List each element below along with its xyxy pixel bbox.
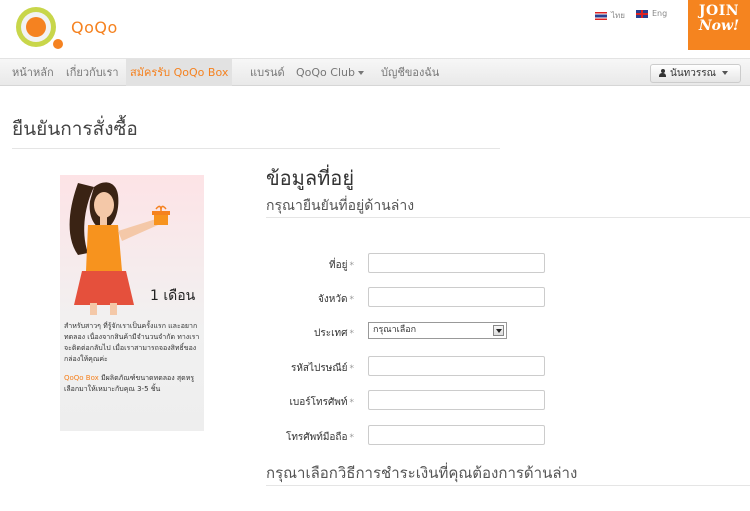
required-mark: * (349, 295, 355, 305)
mobile-input[interactable] (368, 425, 545, 445)
province-label-text: จังหวัด (318, 294, 348, 305)
chevron-down-icon (721, 71, 728, 75)
payment-heading: กรุณาเลือกวิธีการชำระเงินที่คุณต้องการด้… (266, 464, 578, 482)
required-mark: * (349, 433, 355, 443)
promo-month-label: 1 เดือน (150, 288, 196, 304)
divider (12, 148, 500, 149)
province-input[interactable] (368, 287, 545, 307)
page-title: ยืนยันการสั่งซื้อ (12, 118, 138, 140)
address-label-text: ที่อยู่ (329, 260, 348, 271)
join-label: JOIN (698, 3, 740, 19)
promo-card: 1 เดือน สำหรับสาวๆ ที่รู้จักเราเป็นครั้ง… (60, 175, 204, 431)
thai-flag-icon (595, 11, 607, 20)
required-mark: * (349, 398, 355, 408)
phone-field-label: เบอร์โทรศัพท์ * (254, 395, 354, 410)
site-header: QoQo ไทย Eng JOIN Now! (0, 0, 750, 58)
brand-name[interactable]: QoQo (71, 18, 118, 37)
now-label: Now! (698, 18, 740, 34)
promo-brand-word: QoQo Box (64, 374, 99, 382)
mobile-label-text: โทรศัพท์มือถือ (285, 432, 348, 443)
address-heading: ข้อมูลที่อยู่ (266, 166, 355, 190)
required-mark: * (349, 329, 355, 339)
required-mark: * (349, 261, 355, 271)
user-menu-button[interactable]: นันทวรรณ (650, 64, 741, 83)
lang-english-label: Eng (652, 9, 668, 18)
country-label-text: ประเทศ (314, 328, 348, 339)
address-subheading: กรุณายืนยันที่อยู่ด้านล่าง (266, 198, 415, 214)
dropdown-arrow-icon (493, 325, 504, 336)
uk-flag-icon (636, 9, 648, 18)
phone-input[interactable] (368, 390, 545, 410)
promo-description: สำหรับสาวๆ ที่รู้จักเราเป็นครั้งแรก และอ… (64, 322, 200, 363)
nav-item-about[interactable]: เกี่ยวกับเรา (62, 59, 123, 86)
user-name: นันทวรรณ (670, 68, 716, 79)
country-select-value: กรุณาเลือก (373, 325, 417, 335)
promo-details: QoQo Box มีผลิตภัณฑ์ขนาดทดลอง สุดหรูเลือ… (60, 373, 204, 395)
nav-item-subscribe[interactable]: สมัครรับ QoQo Box (126, 59, 233, 86)
divider (266, 217, 750, 218)
postcode-label-text: รหัสไปรษณีย์ (290, 363, 348, 374)
required-mark: * (349, 364, 355, 374)
address-input[interactable] (368, 253, 545, 273)
province-field-label: จังหวัด * (254, 292, 354, 307)
divider (266, 485, 750, 486)
join-now-badge[interactable]: JOIN Now! (688, 0, 750, 50)
country-select[interactable]: กรุณาเลือก (368, 322, 507, 339)
main-nav: หน้าหลัก เกี่ยวกับเรา สมัครรับ QoQo Box … (0, 58, 750, 86)
phone-label-text: เบอร์โทรศัพท์ (289, 397, 348, 408)
nav-item-brands[interactable]: แบรนด์ (246, 59, 289, 86)
nav-item-club-label: QoQo Club (296, 66, 355, 79)
lang-english-link[interactable]: Eng (636, 9, 667, 18)
address-field-label: ที่อยู่ * (254, 258, 354, 273)
nav-item-club[interactable]: QoQo Club (292, 59, 368, 86)
lang-thai-link[interactable]: ไทย (595, 9, 625, 22)
postcode-field-label: รหัสไปรษณีย์ * (254, 361, 354, 376)
chevron-down-icon (357, 71, 364, 75)
qoqo-logo[interactable] (13, 6, 67, 52)
nav-item-account[interactable]: บัญชีของฉัน (377, 59, 443, 86)
lang-thai-label: ไทย (611, 11, 625, 20)
mobile-field-label: โทรศัพท์มือถือ * (254, 430, 354, 445)
nav-item-home[interactable]: หน้าหลัก (8, 59, 58, 86)
country-field-label: ประเทศ * (254, 326, 354, 341)
postcode-input[interactable] (368, 356, 545, 376)
user-icon (659, 69, 666, 77)
